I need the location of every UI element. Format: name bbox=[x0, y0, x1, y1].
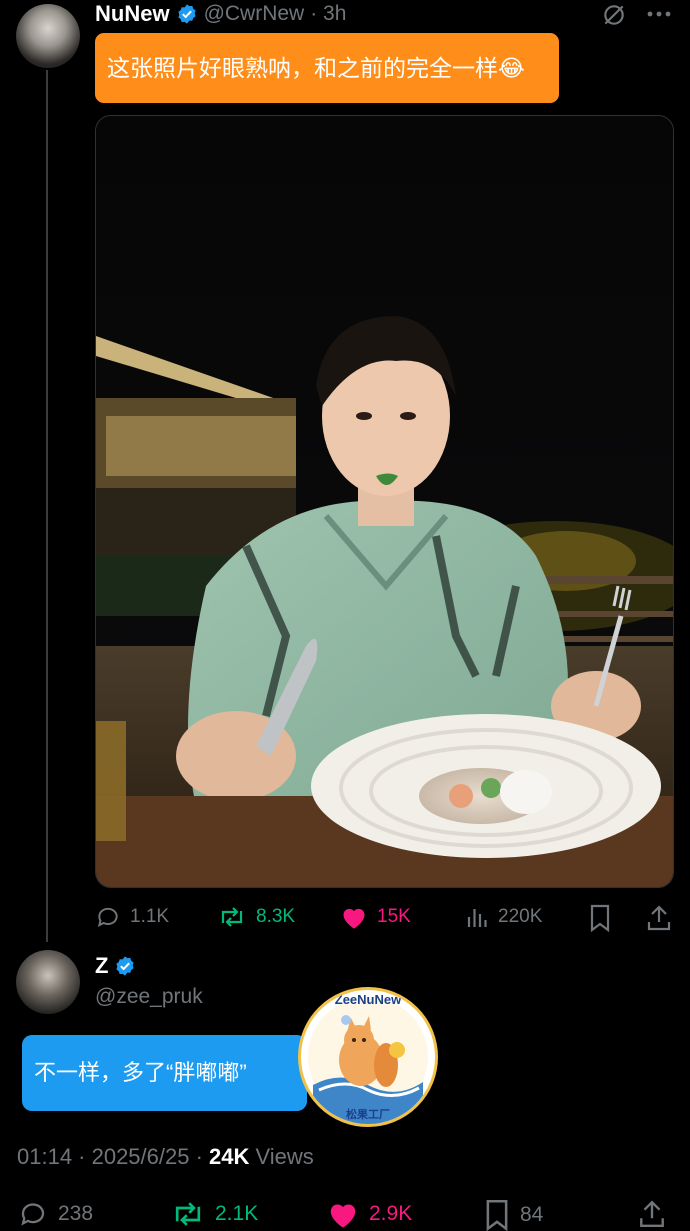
reply-like-count: 2.9K bbox=[369, 1202, 413, 1225]
thread-line bbox=[46, 70, 48, 942]
sticker-top-text: ZeeNuNew bbox=[334, 992, 402, 1007]
reply-views-count: 24K bbox=[209, 1144, 250, 1169]
repost-button[interactable]: 8.3K bbox=[217, 904, 295, 930]
reply-timestamp[interactable]: 01:14 · 2025/6/25 · bbox=[17, 1144, 209, 1169]
views-button[interactable]: 220K bbox=[465, 904, 542, 930]
reply-icon bbox=[95, 904, 121, 930]
reply-bookmark-button[interactable]: 84 bbox=[483, 1199, 543, 1231]
author-handle[interactable]: @CwrNew bbox=[204, 2, 305, 26]
reply-meta: 01:14 · 2025/6/25 · 24K Views bbox=[17, 1144, 314, 1170]
repost-icon bbox=[170, 1199, 206, 1229]
reply-count: 1.1K bbox=[130, 906, 170, 927]
tweet-photo[interactable] bbox=[95, 115, 674, 888]
zeenunew-sticker: ZeeNuNew 松果工厂 bbox=[298, 987, 438, 1127]
time-ago[interactable]: · 3h bbox=[310, 2, 346, 26]
reply-header: Z bbox=[95, 952, 136, 980]
views-count: 220K bbox=[498, 906, 543, 927]
translation-bubble-reply: 不一样，多了“胖嘟嘟” bbox=[22, 1035, 307, 1111]
like-button[interactable]: 15K bbox=[340, 904, 411, 930]
verified-icon bbox=[114, 955, 136, 977]
repost-icon bbox=[217, 904, 247, 930]
reply-like-button[interactable]: 2.9K bbox=[326, 1199, 412, 1229]
reply-views-label: Views bbox=[249, 1144, 314, 1169]
bookmark-icon[interactable] bbox=[588, 904, 612, 932]
reply-repost-button[interactable]: 2.1K bbox=[170, 1199, 258, 1229]
reply-button[interactable]: 1.1K bbox=[95, 904, 169, 930]
like-icon bbox=[326, 1199, 360, 1229]
verified-icon bbox=[176, 3, 198, 25]
reply-author-name[interactable]: Z bbox=[95, 953, 108, 979]
reply-reply-count: 238 bbox=[58, 1202, 94, 1225]
translation-bubble-tweet: 这张照片好眼熟呐，和之前的完全一样😂 bbox=[95, 33, 559, 103]
like-icon bbox=[340, 904, 368, 930]
tweet-header: NuNew @CwrNew · 3h bbox=[95, 1, 346, 27]
nunew-avatar[interactable] bbox=[16, 4, 80, 68]
bookmark-icon bbox=[483, 1199, 511, 1231]
grok-slash-icon[interactable] bbox=[601, 2, 627, 28]
repost-count: 8.3K bbox=[256, 906, 296, 927]
share-icon[interactable] bbox=[646, 904, 672, 932]
author-name[interactable]: NuNew bbox=[95, 1, 170, 27]
reply-reply-button[interactable]: 238 bbox=[17, 1199, 93, 1229]
views-icon bbox=[465, 904, 489, 930]
reply-bookmark-count: 84 bbox=[520, 1203, 544, 1226]
sticker-bottom-text: 松果工厂 bbox=[346, 1109, 390, 1121]
reply-icon bbox=[17, 1199, 49, 1229]
like-count: 15K bbox=[377, 906, 411, 927]
more-icon[interactable] bbox=[645, 4, 673, 24]
share-icon[interactable] bbox=[638, 1199, 666, 1229]
reply-repost-count: 2.1K bbox=[215, 1202, 259, 1225]
reply-author-handle[interactable]: @zee_pruk bbox=[95, 985, 203, 1009]
zee-avatar[interactable] bbox=[16, 950, 80, 1014]
